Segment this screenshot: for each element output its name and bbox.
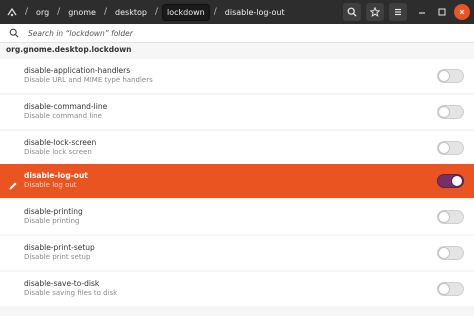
close-icon: [459, 9, 465, 15]
key-name: disable-log-out: [24, 171, 88, 180]
toggle-knob: [438, 283, 450, 295]
star-icon: [370, 7, 380, 17]
key-name: disable-command-line: [24, 102, 108, 111]
dconf-editor-icon[interactable]: [5, 5, 19, 19]
key-name: disable-application-handlers: [24, 66, 131, 75]
toggle-knob: [438, 211, 450, 223]
key-row-disable-save-to-disk[interactable]: disable-save-to-disk Disable saving file…: [0, 272, 474, 306]
toggle-switch[interactable]: [437, 246, 464, 260]
toggle-knob: [438, 70, 450, 82]
key-description: Disable command line: [24, 112, 102, 120]
key-name: disable-printing: [24, 207, 83, 216]
breadcrumb-item-disable-log-out[interactable]: disable-log-out: [221, 4, 289, 21]
folder-path-title: org.gnome.desktop.lockdown: [6, 45, 132, 54]
key-description: Disable print setup: [24, 253, 91, 261]
key-name: disable-save-to-disk: [24, 279, 100, 288]
key-row-disable-application-handlers[interactable]: disable-application-handlers Disable URL…: [0, 59, 474, 93]
maximize-icon: [438, 8, 446, 16]
close-button[interactable]: [454, 4, 470, 20]
toggle-switch[interactable]: [437, 141, 464, 155]
toggle-switch[interactable]: [437, 105, 464, 119]
key-row-disable-command-line[interactable]: disable-command-line Disable command lin…: [0, 95, 474, 129]
key-description: Disable printing: [24, 217, 80, 225]
maximize-button[interactable]: [434, 4, 450, 20]
key-name: disable-lock-screen: [24, 138, 97, 147]
pencil-icon[interactable]: [8, 176, 18, 190]
toggle-knob: [438, 142, 450, 154]
search-bar: [0, 24, 474, 43]
toggle-switch[interactable]: [437, 210, 464, 224]
breadcrumb-item-desktop[interactable]: desktop: [111, 4, 151, 21]
minimize-icon: [419, 12, 425, 14]
key-description: Disable lock screen: [24, 148, 92, 156]
key-row-disable-log-out[interactable]: disable-log-out Disable log out: [0, 164, 474, 198]
search-icon: [9, 27, 21, 39]
main-menu-button[interactable]: [389, 3, 407, 21]
search-icon: [347, 7, 357, 17]
toggle-switch[interactable]: [437, 174, 464, 188]
key-list-panel: org.gnome.desktop.lockdown disable-appli…: [0, 43, 474, 316]
key-row-disable-print-setup[interactable]: disable-print-setup Disable print setup: [0, 236, 474, 270]
toggle-knob: [438, 247, 450, 259]
minimize-button[interactable]: [414, 4, 430, 20]
key-description: Disable saving files to disk: [24, 289, 118, 297]
toggle-knob: [451, 175, 463, 187]
key-description: Disable log out: [24, 181, 77, 189]
search-button[interactable]: [343, 3, 361, 21]
breadcrumb-item-org[interactable]: org: [32, 4, 53, 21]
key-name: disable-print-setup: [24, 243, 95, 252]
key-row-disable-printing[interactable]: disable-printing Disable printing: [0, 200, 474, 234]
key-description: Disable URL and MIME type handlers: [24, 76, 153, 84]
header-bar: / org / gnome / desktop / lockdown / dis…: [0, 0, 474, 24]
hamburger-menu-icon: [395, 8, 401, 16]
toggle-switch[interactable]: [437, 282, 464, 296]
breadcrumb-item-lockdown[interactable]: lockdown: [162, 3, 210, 21]
breadcrumb: / org / gnome / desktop / lockdown / dis…: [21, 0, 289, 24]
toggle-knob: [438, 106, 450, 118]
breadcrumb-item-gnome[interactable]: gnome: [64, 4, 100, 21]
bookmark-button[interactable]: [366, 3, 384, 21]
search-input[interactable]: [28, 28, 328, 38]
key-row-disable-lock-screen[interactable]: disable-lock-screen Disable lock screen: [0, 131, 474, 165]
toggle-switch[interactable]: [437, 69, 464, 83]
